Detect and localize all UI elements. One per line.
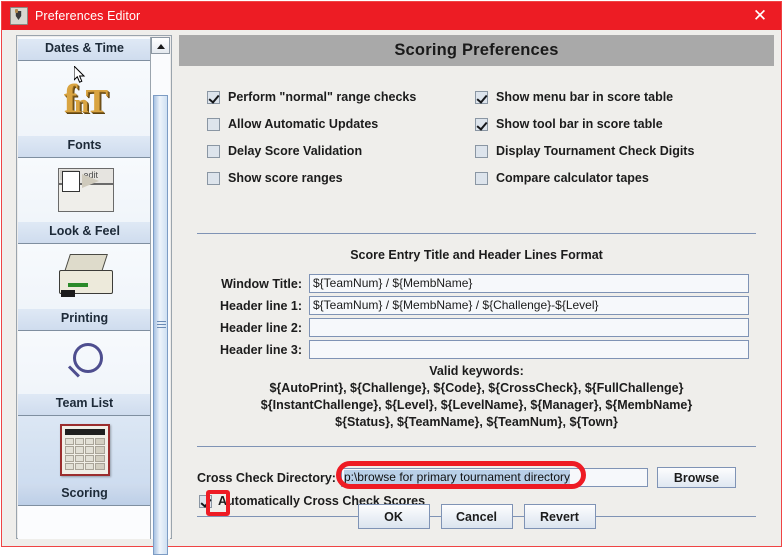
keywords-line-2: ${InstantChallenge}, ${Level}, ${LevelNa… [260,398,693,412]
checkbox-label: Compare calculator tapes [496,171,649,185]
sidebar-item-label: Team List [18,394,151,415]
field-row-header-line-1: Header line 1: ${TeamNum} / ${MembName} … [197,296,749,315]
scrollbar-grip-icon [157,321,166,329]
checkbox-row: Perform "normal" range checks Show menu … [207,90,754,104]
checkbox-label: Delay Score Validation [228,144,363,158]
checkbox-box[interactable] [475,145,488,158]
sidebar-item-printing[interactable]: Printing [18,244,151,331]
field-label: Header line 1: [220,298,302,313]
scrollbar-thumb[interactable] [153,95,168,555]
window-title-input[interactable]: ${TeamNum} / ${MembName} [309,274,749,293]
printer-icon [57,253,113,300]
sidebar-item-label: Scoring [18,484,151,505]
checkbox-label: Show tool bar in score table [496,117,663,131]
header-line-2-input[interactable] [309,318,749,337]
browse-button[interactable]: Browse [656,467,736,488]
checkbox-label: Allow Automatic Updates [228,117,379,131]
field-label: Window Title: [221,276,302,291]
sidebar-scrollbar[interactable] [150,37,170,555]
look-and-feel-icon: fileedit [57,168,114,212]
java-coffee-cup-icon [10,7,28,25]
checkbox-show-menu-bar-in-score-table[interactable]: Show menu bar in score table [475,90,673,104]
scroll-up-arrow-icon[interactable] [151,37,170,54]
checkbox-display-tournament-check-digits[interactable]: Display Tournament Check Digits [475,144,694,158]
field-label: Header line 3: [220,342,302,357]
title-bar: Preferences Editor ✕ [2,2,781,30]
cross-check-directory-input[interactable]: p:\browse for primary tournament directo… [340,468,648,487]
keywords-title: Valid keywords: [429,364,524,378]
checkbox-box[interactable] [207,145,220,158]
close-icon[interactable]: ✕ [749,6,771,26]
panel-header: Scoring Preferences [179,35,774,66]
checkbox-box[interactable] [475,118,488,131]
checkbox-label: Perform "normal" range checks [228,90,417,104]
sidebar-item-team-list[interactable]: Team List [18,331,151,416]
cross-check-directory-value: p:\browse for primary tournament directo… [343,470,571,484]
section-divider-top [197,233,756,234]
sidebar-item-label: Printing [18,309,151,330]
checkbox-label: Show score ranges [228,171,343,185]
scrollbar-track[interactable] [151,54,170,555]
calculator-icon [59,424,110,476]
checkbox-show-tool-bar-in-score-table[interactable]: Show tool bar in score table [475,117,663,131]
sidebar-item-label: Look & Feel [18,222,151,243]
cross-check-directory-row: Cross Check Directory: p:\browse for pri… [197,467,736,488]
page-title: Scoring Preferences [394,41,559,59]
checkbox-row: Allow Automatic Updates Show tool bar in… [207,117,754,131]
sidebar-item-scoring[interactable]: Scoring [18,416,151,506]
field-row-window-title: Window Title: ${TeamNum} / ${MembName} [197,274,749,293]
checkbox-row: Show score ranges Compare calculator tap… [207,171,754,185]
revert-button[interactable]: Revert [523,504,596,529]
field-label: Header line 2: [220,320,302,335]
field-row-header-line-3: Header line 3: [197,340,749,359]
header-line-3-input[interactable] [309,340,749,359]
checkbox-compare-calculator-tapes[interactable]: Compare calculator tapes [475,171,649,185]
checkbox-box[interactable] [207,118,220,131]
cross-check-directory-label: Cross Check Directory: [197,470,336,485]
checkbox-box[interactable] [207,91,220,104]
checkbox-show-score-ranges[interactable]: Show score ranges [207,171,475,185]
sidebar-item-look-and-feel[interactable]: fileedit Look & Feel [18,158,151,244]
sidebar-item-dates-time[interactable]: Dates & Time [18,37,151,61]
checkbox-delay-score-validation[interactable]: Delay Score Validation [207,144,475,158]
category-list: Dates & Time fnT Fonts fileedit [18,37,151,539]
ok-button[interactable]: OK [357,504,430,529]
checkbox-perform-normal-range-checks[interactable]: Perform "normal" range checks [207,90,475,104]
dialog-button-row: OK Cancel Revert [179,504,774,529]
checkbox-box[interactable] [475,172,488,185]
sidebar-item-fonts[interactable]: fnT Fonts [18,61,151,158]
magnifier-icon [63,341,107,385]
checkbox-allow-automatic-updates[interactable]: Allow Automatic Updates [207,117,475,131]
keywords-line-1: ${AutoPrint}, ${Challenge}, ${Code}, ${C… [269,381,684,395]
checkbox-box[interactable] [207,172,220,185]
checkbox-label: Display Tournament Check Digits [496,144,695,158]
panel-body: Perform "normal" range checks Show menu … [179,66,774,539]
cancel-button[interactable]: Cancel [440,504,513,529]
section-divider-bottom [197,446,756,447]
sidebar-item-label: Dates & Time [18,39,151,60]
window-content: Dates & Time fnT Fonts fileedit [3,30,780,555]
category-sidebar: Dates & Time fnT Fonts fileedit [16,35,172,555]
header-line-1-input[interactable]: ${TeamNum} / ${MembName} / ${Challenge}-… [309,296,749,315]
options-checkbox-grid: Perform "normal" range checks Show menu … [207,90,754,198]
checkbox-box[interactable] [475,91,488,104]
window-title: Preferences Editor [35,9,141,23]
format-section-title: Score Entry Title and Header Lines Forma… [350,248,603,262]
window-frame: Preferences Editor ✕ Dates & Time fnT Fo… [1,1,782,555]
scoring-preferences-panel: Scoring Preferences Perform "normal" ran… [179,35,774,539]
preferences-editor-window: Preferences Editor ✕ Dates & Time fnT Fo… [0,0,783,555]
keywords-line-3: ${Status}, ${TeamName}, ${TeamNum}, ${To… [335,415,618,429]
checkbox-row: Delay Score Validation Display Tournamen… [207,144,754,158]
field-row-header-line-2: Header line 2: [197,318,749,337]
sidebar-item-label: Fonts [18,136,151,157]
checkbox-label: Show menu bar in score table [496,90,674,104]
fonts-icon: fnT [63,75,108,121]
